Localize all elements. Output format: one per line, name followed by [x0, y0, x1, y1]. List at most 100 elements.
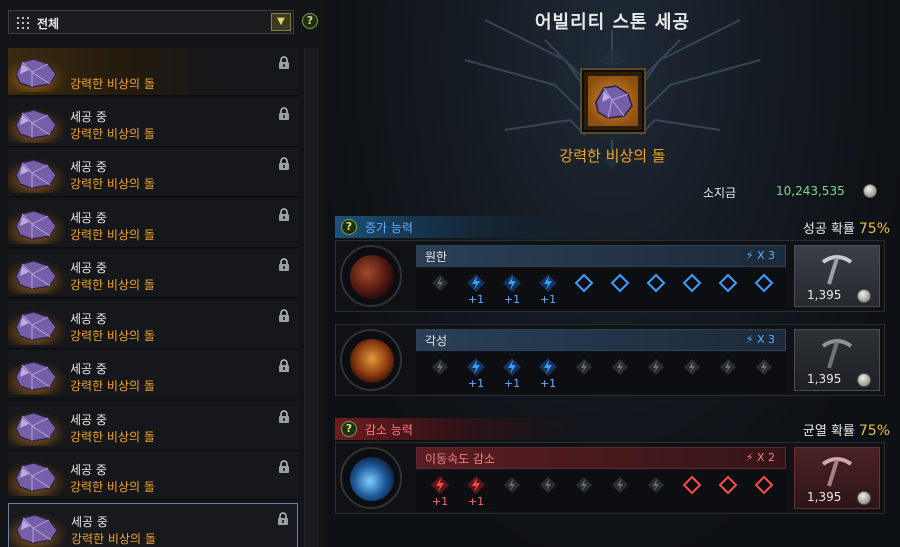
stone-icon	[15, 310, 57, 341]
slot-fail	[574, 475, 594, 495]
lock-icon[interactable]	[278, 207, 290, 222]
ability-count: ⚡ X 2	[745, 451, 775, 464]
stone-list: 강력한 비상의 돌 세공 중 강력한 비상의 돌 세공 중 강력한 비상의 돌 세공 중강…	[8, 48, 300, 547]
slot-success	[466, 273, 486, 293]
pickaxe-icon	[821, 339, 853, 369]
lock-icon[interactable]	[278, 106, 290, 121]
refine-price: 1,395	[807, 288, 842, 302]
coin-icon	[863, 184, 877, 198]
ability-name: 원한	[425, 250, 448, 264]
refine-button[interactable]: 1,395	[794, 329, 880, 391]
increase-ability-row-1: 원한 ⚡ X 3 +1 +1 +1 1,395	[335, 240, 885, 312]
stone-icon	[15, 361, 57, 391]
decrease-section-header: ? 감소 능력 균열 확률 75%	[335, 418, 890, 440]
stone-list-item[interactable]: 세공 중 강력한 비상의 돌	[8, 250, 298, 298]
ability-name-bar: 원한 ⚡ X 3	[416, 245, 786, 267]
stone-list-item[interactable]: 세공 중 강력한 비상의 돌	[8, 199, 298, 248]
item-status: 세공 중	[70, 463, 107, 477]
item-status: 세공 중	[70, 160, 107, 174]
list-scrollbar[interactable]	[304, 48, 319, 547]
grid-icon	[17, 17, 29, 29]
ability-portrait	[340, 447, 402, 509]
lock-icon[interactable]	[278, 308, 290, 323]
ability-portrait	[340, 245, 402, 307]
slot-success	[502, 273, 522, 293]
slot-fail	[430, 357, 450, 377]
decrease-help-icon[interactable]: ?	[341, 421, 357, 437]
slot-empty	[682, 475, 702, 495]
slot-fail	[646, 475, 666, 495]
success-probability: 성공 확률 75%	[802, 221, 890, 237]
increase-ability-row-2: 각성 ⚡ X 3 +1 +1 +1 1,395	[335, 324, 885, 396]
stone-list-panel: 전체 ▼ ? 강력한 비상의 돌 세공 중 강력한 비상의 돌 세공 중 강력한 비상의…	[0, 0, 325, 547]
filter-label: 전체	[37, 17, 60, 31]
slot-empty	[682, 273, 702, 293]
item-status: 세공 중	[70, 362, 107, 376]
slot-bonus-label: +1	[539, 293, 557, 306]
money-value: 10,243,535	[776, 184, 845, 198]
slot-empty	[646, 273, 666, 293]
filter-dropdown[interactable]: 전체 ▼	[8, 10, 294, 34]
slot-success	[502, 357, 522, 377]
stone-list-item[interactable]: 세공 중 강력한 비상의 돌	[8, 502, 298, 547]
slot-empty	[754, 475, 774, 495]
stone-list-item[interactable]: 세공 중강력한 비상의 돌	[8, 351, 298, 399]
lock-icon[interactable]	[278, 460, 290, 474]
item-name: 강력한 비상의 돌	[70, 480, 155, 494]
refine-price: 1,395	[807, 490, 842, 504]
lock-icon[interactable]	[277, 511, 289, 526]
lock-icon[interactable]	[278, 258, 290, 272]
lock-icon[interactable]	[278, 359, 290, 373]
item-status: 세공 중	[70, 109, 107, 124]
stone-icon	[15, 260, 57, 290]
slot-bonus-label: +1	[467, 495, 485, 508]
stone-icon	[588, 76, 638, 126]
ability-slots: +1 +1	[416, 471, 786, 511]
slot-success	[538, 273, 558, 293]
item-name: 강력한 비상의 돌	[70, 227, 155, 242]
stone-slot[interactable]	[582, 70, 644, 132]
stone-list-item[interactable]: 세공 중 강력한 비상의 돌	[8, 149, 298, 197]
lock-icon[interactable]	[278, 157, 290, 171]
item-name: 강력한 비상의 돌	[70, 278, 155, 292]
slot-fail	[538, 475, 558, 495]
stone-list-item[interactable]: 세공 중강력한 비상의 돌	[8, 452, 298, 500]
lock-icon[interactable]	[278, 409, 290, 424]
stone-icon	[15, 411, 57, 442]
item-status: 세공 중	[70, 311, 107, 326]
slot-empty	[718, 475, 738, 495]
item-name: 강력한 비상의 돌	[70, 328, 155, 343]
coin-icon	[857, 373, 871, 387]
refine-button[interactable]: 1,395	[794, 245, 880, 307]
slot-empty	[718, 273, 738, 293]
ability-name-bar: 이동속도 감소 ⚡ X 2	[416, 447, 786, 469]
filter-help-icon[interactable]: ?	[302, 13, 318, 29]
refine-button[interactable]: 1,395	[794, 447, 880, 509]
item-name: 강력한 비상의 돌	[70, 379, 155, 393]
stone-icon	[15, 108, 57, 139]
stone-list-item[interactable]: 강력한 비상의 돌	[8, 48, 298, 96]
stone-list-item[interactable]: 세공 중 강력한 비상의 돌	[8, 98, 298, 147]
increase-title: 증가 능력	[365, 221, 413, 235]
slot-fail	[646, 357, 666, 377]
stone-list-item[interactable]: 세공 중 강력한 비상의 돌	[8, 401, 298, 450]
stone-list-item[interactable]: 세공 중강력한 비상의 돌	[8, 300, 298, 349]
lock-icon[interactable]	[278, 56, 290, 70]
page-title: 어빌리티 스톤 세공	[534, 12, 690, 33]
ability-stone-panel: 어빌리티 스톤 세공 강력한 비상의 돌 소지금 10,243,535 ? 증가…	[325, 0, 900, 547]
slot-bonus-label: +1	[431, 495, 449, 508]
ability-name: 각성	[425, 334, 448, 348]
ability-name-bar: 각성 ⚡ X 3	[416, 329, 786, 351]
slot-success	[430, 475, 450, 495]
slot-success	[466, 357, 486, 377]
slot-success	[466, 475, 486, 495]
stone-icon	[15, 209, 57, 240]
crack-probability: 균열 확률 75%	[802, 423, 890, 439]
coin-icon	[857, 289, 871, 303]
increase-section-header: ? 증가 능력 성공 확률 75%	[335, 216, 890, 238]
slot-empty	[574, 273, 594, 293]
ability-count: ⚡ X 3	[745, 249, 775, 262]
increase-help-icon[interactable]: ?	[341, 219, 357, 235]
chevron-down-icon[interactable]: ▼	[271, 13, 291, 31]
pickaxe-icon	[821, 457, 853, 487]
